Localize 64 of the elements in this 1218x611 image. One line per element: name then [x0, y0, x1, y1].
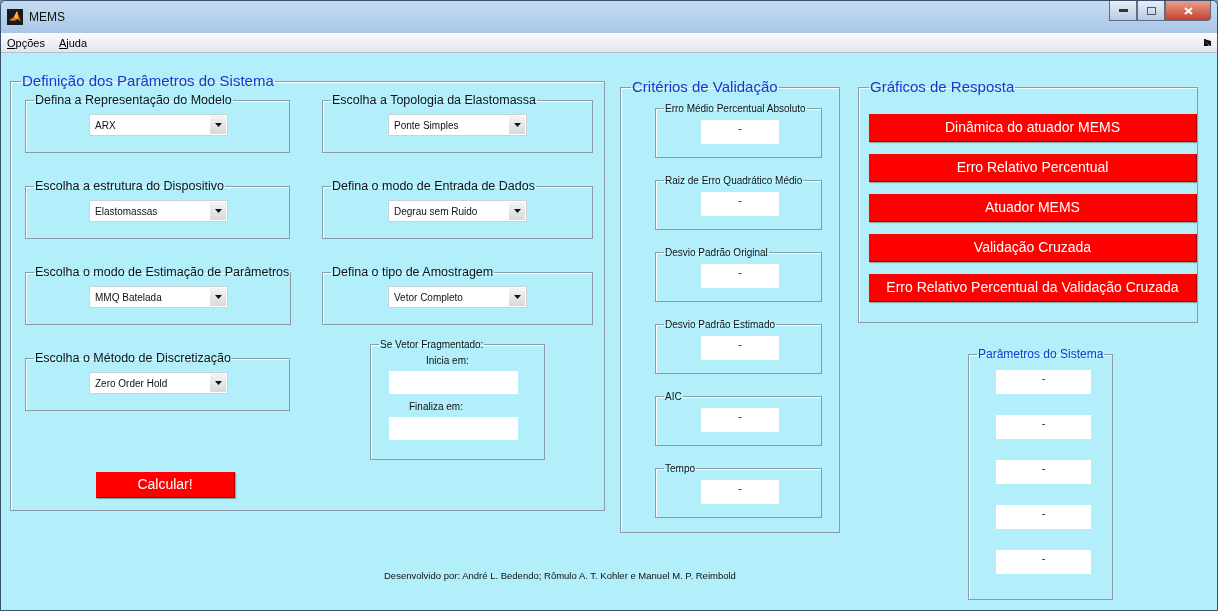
caret-icon: [214, 209, 222, 214]
output-field[interactable]: -: [996, 415, 1091, 440]
output-field[interactable]: -: [996, 505, 1091, 530]
panel-title: Se Vetor Fragmentado:: [379, 338, 485, 350]
maximize-button[interactable]: [1137, 1, 1165, 21]
caret-icon: [214, 295, 222, 300]
panel-title: Escolha o modo de Estimação de Parâmetros: [34, 265, 291, 280]
caret-icon: [513, 209, 521, 214]
plot-button[interactable]: Atuador MEMS: [869, 193, 1197, 222]
panel-title: Defina o modo de Entrada de Dados: [331, 179, 536, 194]
panel-title: Parâmetros do Sistema: [977, 348, 1105, 362]
panel-title: Desvio Padrão Original: [664, 246, 769, 258]
app-logo-icon: [7, 9, 23, 25]
field-label: Finaliza em:: [409, 400, 463, 412]
dropdown[interactable]: Zero Order Hold: [89, 372, 228, 395]
output-field[interactable]: -: [701, 407, 779, 432]
panel-title: Escolha a Topologia da Elastomassa: [331, 93, 538, 108]
caret-icon: [513, 295, 521, 300]
panel-title: Critérios de Validação: [631, 79, 779, 96]
calculate-button[interactable]: Calcular!: [96, 471, 235, 498]
maximize-icon: [1146, 6, 1156, 15]
caret-icon: [214, 381, 222, 386]
dropdown[interactable]: Vetor Completo: [388, 286, 527, 309]
field-label: Inicia em:: [426, 354, 469, 366]
output-field[interactable]: -: [701, 191, 779, 216]
menu-item[interactable]: Ajuda: [58, 36, 88, 49]
dropdown[interactable]: MMQ Batelada: [89, 286, 228, 309]
dropdown[interactable]: Degrau sem Ruido: [388, 200, 527, 223]
panel-title: Definição dos Parâmetros do Sistema: [21, 73, 275, 90]
panel-title: Gráficos de Resposta: [869, 79, 1016, 96]
window-title: MEMS: [29, 10, 65, 24]
plot-button[interactable]: Validação Cruzada: [869, 233, 1197, 262]
plot-button[interactable]: Dinâmica do atuador MEMS: [869, 113, 1197, 142]
caret-icon: [214, 123, 222, 128]
dropdown[interactable]: Ponte Simples: [388, 114, 527, 137]
panel-title: Raiz de Erro Quadrático Médio: [664, 174, 804, 186]
panel-title: Escolha o Método de Discretização: [34, 351, 232, 366]
output-field[interactable]: -: [701, 335, 779, 360]
output-field[interactable]: -: [701, 263, 779, 288]
panel-title: Erro Médio Percentual Absoluto: [664, 102, 807, 114]
minimize-icon: [1118, 9, 1128, 12]
caret-icon: [513, 123, 521, 128]
plot-button[interactable]: Erro Relativo Percentual: [869, 153, 1197, 182]
output-field[interactable]: -: [996, 460, 1091, 485]
panel-title: Defina a Representação do Modelo: [34, 93, 233, 108]
output-field[interactable]: -: [996, 370, 1091, 395]
panel-title: AIC: [664, 390, 683, 402]
output-field[interactable]: -: [996, 550, 1091, 575]
dropdown[interactable]: ARX: [89, 114, 228, 137]
input-field[interactable]: [389, 416, 518, 440]
close-icon: [1183, 6, 1193, 15]
dropdown[interactable]: Elastomassas: [89, 200, 228, 223]
output-field[interactable]: -: [701, 119, 779, 144]
credits-text: Desenvolvido por: André L. Bedendo; Rômulo A. T. Kohler e Manuel M. P. Reimbold: [384, 570, 736, 581]
input-field[interactable]: [389, 370, 518, 394]
panel-title: Desvio Padrão Estimado: [664, 318, 777, 330]
close-button[interactable]: [1165, 1, 1211, 21]
plot-button[interactable]: Erro Relativo Percentual da Validação Cruzada: [869, 273, 1197, 302]
panel-title: Escolha a estrutura do Dispositivo: [34, 179, 225, 194]
panel-title: Tempo: [664, 462, 696, 474]
minimize-button[interactable]: [1109, 1, 1137, 21]
output-field[interactable]: -: [701, 479, 779, 504]
panel-title: Defina o tipo de Amostragem: [331, 265, 495, 280]
menu-item[interactable]: Opções: [7, 36, 45, 49]
